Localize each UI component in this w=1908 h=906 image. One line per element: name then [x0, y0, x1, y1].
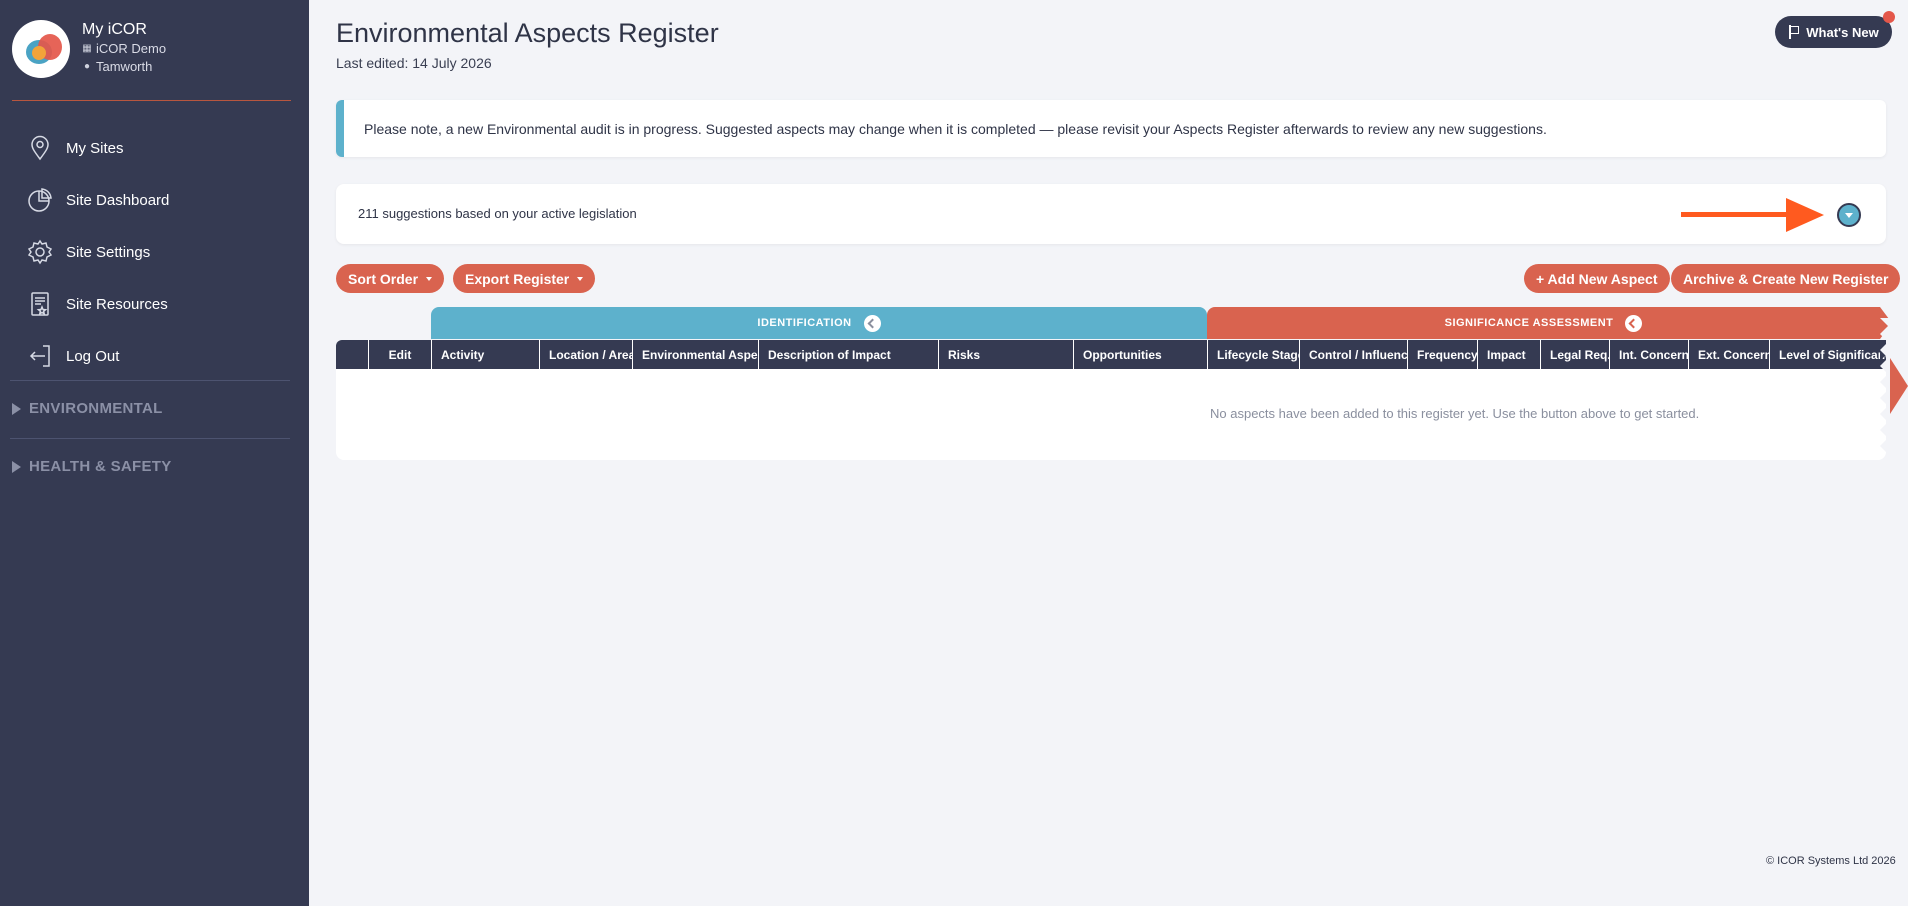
column-header-level-of-significance[interactable]: Level of Significance	[1769, 340, 1886, 369]
last-edited-text: Last edited: 14 July 2026	[336, 55, 492, 71]
column-header-control-influence[interactable]: Control / Influence	[1299, 340, 1407, 369]
column-header-location[interactable]: Location / Area	[539, 340, 632, 369]
column-header-impact[interactable]: Impact	[1477, 340, 1540, 369]
table-body: No aspects have been added to this regis…	[336, 369, 1886, 460]
collapse-identification-button[interactable]	[863, 314, 881, 332]
collapse-significance-button[interactable]	[1625, 314, 1643, 332]
profile-org: iCOR Demo	[96, 41, 167, 56]
suggestions-count-text: 211 suggestions based on your active leg…	[358, 206, 637, 221]
caret-right-icon	[12, 402, 21, 415]
audit-notice-text: Please note, a new Environmental audit i…	[364, 120, 1547, 137]
column-header-risks[interactable]: Risks	[938, 340, 1073, 369]
caret-down-icon	[426, 276, 433, 281]
column-header-ext-concern[interactable]: Ext. Concern	[1688, 340, 1769, 369]
column-header-lifecycle-stage[interactable]: Lifecycle Stage	[1207, 340, 1299, 369]
profile-block[interactable]: My iCOR ▦ iCOR Demo ● Tamworth	[12, 20, 166, 78]
sidebar-section-health-safety[interactable]: HEALTH & SAFETY	[12, 458, 172, 475]
sidebar-section-environmental[interactable]: ENVIRONMENTAL	[12, 400, 163, 417]
column-header-description-of-impact[interactable]: Description of Impact	[758, 340, 938, 369]
sidebar: My iCOR ▦ iCOR Demo ● Tamworth My Sites …	[0, 0, 309, 906]
location-pin-icon: ●	[83, 61, 91, 72]
column-header-opportunities[interactable]: Opportunities	[1073, 340, 1207, 369]
sidebar-item-my-sites[interactable]: My Sites	[0, 122, 309, 174]
sidebar-divider	[10, 380, 290, 381]
sidebar-divider	[12, 100, 291, 101]
column-header-int-concern[interactable]: Int. Concern	[1609, 340, 1688, 369]
suggestions-panel: 211 suggestions based on your active leg…	[336, 184, 1886, 244]
column-header-activity[interactable]: Activity	[431, 340, 539, 369]
gear-icon	[27, 239, 53, 265]
pie-chart-icon	[28, 188, 52, 212]
page-title: Environmental Aspects Register	[336, 18, 719, 48]
scroll-right-tab[interactable]	[1890, 358, 1908, 414]
sidebar-item-site-settings[interactable]: Site Settings	[0, 226, 309, 278]
location-pin-icon	[31, 135, 49, 161]
column-header-blank	[336, 340, 368, 369]
profile-name: My iCOR	[82, 21, 147, 38]
notification-dot	[1883, 11, 1895, 23]
sidebar-item-site-resources[interactable]: Site Resources	[0, 278, 309, 330]
column-header-frequency[interactable]: Frequency	[1407, 340, 1477, 369]
identification-group-header: IDENTIFICATION	[431, 307, 1207, 339]
sidebar-item-site-dashboard[interactable]: Site Dashboard	[0, 174, 309, 226]
logout-icon	[29, 345, 50, 367]
caret-down-icon	[577, 276, 584, 281]
significance-group-header: SIGNIFICANCE ASSESSMENT	[1207, 307, 1880, 339]
sort-order-dropdown[interactable]: Sort Order	[336, 264, 445, 293]
expand-suggestions-button[interactable]	[1837, 203, 1861, 227]
add-new-aspect-button[interactable]: + Add New Aspect	[1524, 264, 1670, 293]
flag-icon	[1788, 25, 1800, 39]
column-header-environmental-aspect[interactable]: Environmental Aspect	[632, 340, 758, 369]
profile-location: Tamworth	[96, 59, 153, 74]
whats-new-button[interactable]: What's New	[1775, 16, 1892, 48]
annotation-arrow-icon	[1681, 212, 1791, 217]
document-star-icon	[31, 292, 49, 316]
column-header-edit: Edit	[368, 340, 431, 369]
building-icon: ▦	[82, 43, 92, 54]
annotation-arrow-head-icon	[1786, 198, 1824, 232]
table-header-row: Edit Activity Location / Area Environmen…	[336, 340, 1886, 369]
sidebar-item-log-out[interactable]: Log Out	[0, 330, 309, 382]
audit-notice-banner: Please note, a new Environmental audit i…	[336, 100, 1886, 157]
sidebar-divider	[10, 438, 290, 439]
caret-right-icon	[12, 460, 21, 473]
export-register-dropdown[interactable]: Export Register	[453, 264, 596, 293]
avatar	[12, 20, 70, 78]
column-header-legal-req[interactable]: Legal Req.	[1540, 340, 1609, 369]
sidebar-nav: My Sites Site Dashboard Site Settings Si…	[0, 122, 309, 382]
archive-create-register-button[interactable]: Archive & Create New Register	[1671, 264, 1901, 293]
footer-copyright: © ICOR Systems Ltd 2026	[1766, 855, 1896, 867]
empty-table-message: No aspects have been added to this regis…	[1210, 406, 1700, 421]
